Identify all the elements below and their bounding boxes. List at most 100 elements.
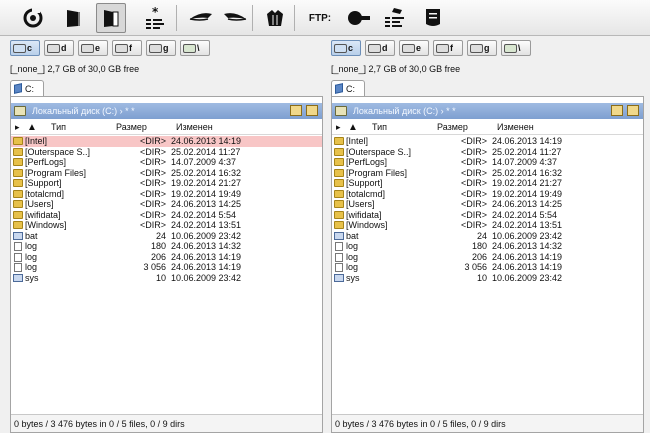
left-panel: c d e f g \ [_none_] 2,7 GB of 30,0 GB f… xyxy=(8,40,323,433)
file-row[interactable]: log 180 24.06.2013 14:32 xyxy=(11,241,322,252)
history-icon[interactable] xyxy=(611,105,623,116)
folder-icon xyxy=(13,200,23,208)
full-view-button[interactable] xyxy=(96,3,126,33)
file-row[interactable]: [Outerspace S..] <DIR> 25.02.2014 11:27 xyxy=(332,147,643,158)
file-row[interactable]: [wifidata] <DIR> 24.02.2014 5:54 xyxy=(332,210,643,221)
file-row[interactable]: [Program Files] <DIR> 25.02.2014 16:32 xyxy=(11,168,322,179)
file-row[interactable]: [Users] <DIR> 24.06.2013 14:25 xyxy=(11,199,322,210)
history-icon[interactable] xyxy=(290,105,302,116)
file-row[interactable]: [Support] <DIR> 19.02.2014 21:27 xyxy=(11,178,322,189)
file-row[interactable]: log 206 24.06.2013 14:19 xyxy=(332,252,643,263)
column-name[interactable]: Тип xyxy=(372,122,387,132)
file-row[interactable]: log 180 24.06.2013 14:32 xyxy=(332,241,643,252)
file-row[interactable]: [Windows] <DIR> 24.02.2014 13:51 xyxy=(332,220,643,231)
column-name[interactable]: Тип xyxy=(51,122,66,132)
free-space-info: [_none_] 2,7 GB of 30,0 GB free xyxy=(331,64,461,74)
drive-button-g[interactable]: g xyxy=(467,40,497,56)
folder-tab-icon xyxy=(14,83,22,94)
file-row[interactable]: [totalcmd] <DIR> 19.02.2014 19:49 xyxy=(11,189,322,200)
folder-icon xyxy=(334,168,344,177)
column-size[interactable]: Размер xyxy=(437,122,468,132)
file-name: [Outerspace S..] xyxy=(25,146,91,157)
column-size[interactable]: Размер xyxy=(116,122,147,132)
folder-tab-label: C: xyxy=(346,83,355,94)
file-row[interactable]: [Outerspace S..] <DIR> 25.02.2014 11:27 xyxy=(11,147,322,158)
drive-button-d[interactable]: d xyxy=(365,40,395,56)
file-row[interactable]: [totalcmd] <DIR> 19.02.2014 19:49 xyxy=(332,189,643,200)
column-date[interactable]: Изменен xyxy=(497,122,534,132)
file-date: 10.06.2009 23:42 xyxy=(171,230,242,241)
file-date: 25.02.2014 16:32 xyxy=(171,167,242,178)
file-row[interactable]: [PerfLogs] <DIR> 14.07.2009 4:37 xyxy=(332,157,643,168)
file-row[interactable]: log 3 056 24.06.2013 14:19 xyxy=(11,262,322,273)
file-row[interactable]: bat 24 10.06.2009 23:42 xyxy=(332,231,643,242)
file-date: 24.02.2014 5:54 xyxy=(171,209,237,220)
refresh-button[interactable] xyxy=(18,3,48,33)
file-row[interactable]: [Users] <DIR> 24.06.2013 14:25 xyxy=(332,199,643,210)
folder-icon xyxy=(334,200,344,208)
file-row[interactable]: log 206 24.06.2013 14:19 xyxy=(11,252,322,263)
file-row[interactable]: [Support] <DIR> 19.02.2014 21:27 xyxy=(332,178,643,189)
drive-button-f[interactable]: f xyxy=(433,40,463,56)
ftp-connect-button[interactable] xyxy=(344,3,374,33)
notepad-button[interactable] xyxy=(418,3,448,33)
pack-files-button[interactable] xyxy=(260,3,290,33)
folder-icon xyxy=(13,158,23,166)
file-row[interactable]: sys 10 10.06.2009 23:42 xyxy=(11,273,322,284)
removable-drive-icon xyxy=(149,43,162,53)
path-bar[interactable]: Локальный диск (C:) › * * xyxy=(11,103,322,119)
right-panel: c d e f g \ [_none_] 2,7 GB of 30,0 GB f… xyxy=(329,40,644,433)
file-icon xyxy=(335,263,343,272)
back-button[interactable] xyxy=(186,3,216,33)
drive-letter: e xyxy=(416,43,422,53)
toolbar-separator xyxy=(252,5,253,31)
sort-star-icon: * xyxy=(146,6,164,29)
drive-button-d[interactable]: d xyxy=(44,40,74,56)
column-date[interactable]: Изменен xyxy=(176,122,213,132)
column-header: ▸ ▲ Тип Размер Изменен xyxy=(11,121,322,135)
file-row[interactable]: bat 24 10.06.2009 23:42 xyxy=(11,231,322,242)
back-icon xyxy=(189,13,212,21)
file-row[interactable]: [Program Files] <DIR> 25.02.2014 16:32 xyxy=(332,168,643,179)
ftp-button[interactable]: FTP: xyxy=(303,3,337,33)
sort-arrow-icon: ▸ xyxy=(336,122,341,132)
removable-drive-icon xyxy=(470,43,483,53)
drive-button-network[interactable]: \ xyxy=(501,40,531,56)
file-size: <DIR> xyxy=(139,199,166,209)
drive-button-g[interactable]: g xyxy=(146,40,176,56)
drive-button-network[interactable]: \ xyxy=(180,40,210,56)
sort-button[interactable]: * xyxy=(140,3,170,33)
column-header: ▸ ▲ Тип Размер Изменен xyxy=(332,121,643,135)
network-drive-icon xyxy=(504,43,517,53)
file-row[interactable]: [Intel] <DIR> 24.06.2013 14:19 xyxy=(332,136,643,147)
drive-button-f[interactable]: f xyxy=(112,40,142,56)
file-row[interactable]: [Windows] <DIR> 24.02.2014 13:51 xyxy=(11,220,322,231)
hotlist-icon[interactable] xyxy=(306,105,318,116)
hotlist-icon[interactable] xyxy=(627,105,639,116)
drive-button-e[interactable]: e xyxy=(399,40,429,56)
file-name: [Support] xyxy=(346,178,383,188)
forward-button[interactable] xyxy=(220,3,250,33)
folder-tab-c[interactable]: C: xyxy=(331,80,365,96)
drive-button-c[interactable]: c xyxy=(331,40,361,56)
file-name: log xyxy=(25,241,38,251)
sort-arrow-icon: ▸ xyxy=(15,122,20,132)
file-row[interactable]: [wifidata] <DIR> 24.02.2014 5:54 xyxy=(11,210,322,221)
drive-letter: f xyxy=(129,43,132,53)
folder-icon xyxy=(334,137,344,145)
drive-button-e[interactable]: e xyxy=(78,40,108,56)
file-row[interactable]: [Intel] <DIR> 24.06.2013 14:19 xyxy=(11,136,322,147)
file-size: 24 xyxy=(476,230,487,241)
file-row[interactable]: sys 10 10.06.2009 23:42 xyxy=(332,273,643,284)
file-row[interactable]: log 3 056 24.06.2013 14:19 xyxy=(332,262,643,273)
folder-tab-c[interactable]: C: xyxy=(10,80,44,96)
folder-icon xyxy=(13,189,23,198)
path-bar[interactable]: Локальный диск (C:) › * * xyxy=(332,103,643,119)
file-size: <DIR> xyxy=(460,136,487,146)
brief-view-button[interactable] xyxy=(58,3,88,33)
file-row[interactable]: [PerfLogs] <DIR> 14.07.2009 4:37 xyxy=(11,157,322,168)
drive-button-c[interactable]: c xyxy=(10,40,40,56)
multi-rename-button[interactable] xyxy=(380,3,410,33)
file-date: 24.06.2013 14:19 xyxy=(492,251,563,262)
file-size: 180 xyxy=(150,241,166,251)
